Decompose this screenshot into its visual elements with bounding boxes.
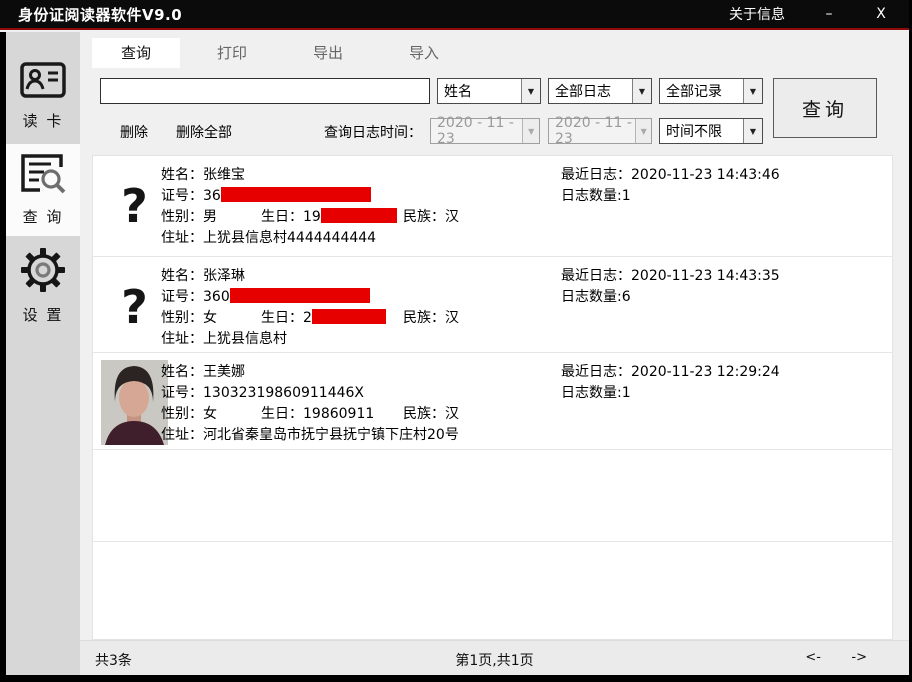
question-mark-icon: ? xyxy=(121,179,148,233)
empty-row xyxy=(93,450,892,542)
record-meta: 性别：女生日：19860911民族：汉 xyxy=(161,404,459,425)
sidebar-item-read-card[interactable]: 读 卡 xyxy=(6,50,80,142)
id-card-icon xyxy=(20,61,66,103)
chevron-down-icon[interactable]: ▼ xyxy=(632,79,651,103)
sidebar-item-label: 读 卡 xyxy=(23,110,64,131)
tab-print[interactable]: 打印 xyxy=(188,38,276,68)
record-name: 姓名：张泽琳 xyxy=(161,266,459,287)
field-select-value: 姓名 xyxy=(444,81,472,101)
search-input[interactable] xyxy=(100,78,430,104)
record-recent-log: 最近日志：2020-11-23 14:43:35 xyxy=(561,266,780,287)
log-type-select-value: 全部日志 xyxy=(555,81,611,101)
record-address: 住址：河北省秦皇岛市抚宁县抚宁镇下庄村20号 xyxy=(161,425,459,446)
log-time-label: 查询日志时间： xyxy=(324,122,422,142)
delete-all-button[interactable]: 删除全部 xyxy=(176,122,232,142)
redaction-block xyxy=(230,288,370,303)
page-indicator: 第1页,共1页 xyxy=(80,650,909,670)
tab-export[interactable]: 导出 xyxy=(284,38,372,68)
next-page-arrow[interactable]: -> xyxy=(851,650,867,665)
record-recent-log: 最近日志：2020-11-23 14:43:46 xyxy=(561,165,780,186)
redaction-block xyxy=(321,208,397,223)
redaction-block xyxy=(312,309,386,324)
gear-icon xyxy=(20,247,66,297)
record-address: 住址：上犹县信息村 xyxy=(161,329,459,350)
status-bar: 共3条 第1页,共1页 <- -> xyxy=(80,640,909,676)
record-row[interactable]: ? 姓名：张泽琳 证号：360 性别：女生日：2民族：汉 住址：上犹县信息村 最… xyxy=(93,257,892,353)
about-menu[interactable]: 关于信息 xyxy=(729,4,785,24)
record-id: 证号：360 xyxy=(161,287,459,308)
chevron-down-icon[interactable]: ▼ xyxy=(743,119,762,143)
date-to-value: 2020 - 11 - 23 xyxy=(555,115,635,147)
tab-bar: 查询 打印 导出 导入 xyxy=(92,38,476,68)
app-title: 身份证阅读器软件V9.0 xyxy=(18,4,182,25)
tab-import[interactable]: 导入 xyxy=(380,38,468,68)
search-log-icon xyxy=(20,153,66,199)
date-from-value: 2020 - 11 - 23 xyxy=(437,115,522,147)
app-window: 身份证阅读器软件V9.0 关于信息 – X 读 卡 xyxy=(0,0,912,682)
sidebar-item-query[interactable]: 查 询 xyxy=(6,144,80,236)
record-log-count: 日志数量:1 xyxy=(561,186,780,207)
record-name: 姓名：张维宝 xyxy=(161,165,459,186)
record-name: 姓名：王美娜 xyxy=(161,362,459,383)
sidebar: 读 卡 查 询 xyxy=(0,32,80,676)
question-mark-icon: ? xyxy=(121,280,148,334)
photo-placeholder: ? xyxy=(101,163,168,248)
record-log-count: 日志数量:1 xyxy=(561,383,780,404)
record-recent-log: 最近日志：2020-11-23 12:29:24 xyxy=(561,362,780,383)
query-button[interactable]: 查询 xyxy=(773,78,877,138)
time-range-select[interactable]: 时间不限 ▼ xyxy=(659,118,763,144)
portrait-image xyxy=(101,360,168,445)
prev-page-arrow[interactable]: <- xyxy=(805,650,821,665)
record-meta: 性别：女生日：2民族：汉 xyxy=(161,308,459,329)
record-id: 证号：13032319860911446X xyxy=(161,383,459,404)
chevron-down-icon[interactable]: ▼ xyxy=(521,79,540,103)
log-type-select[interactable]: 全部日志 ▼ xyxy=(548,78,652,104)
sidebar-item-label: 查 询 xyxy=(23,206,64,227)
record-meta: 性别：男生日：19民族：汉 xyxy=(161,207,459,228)
empty-row xyxy=(93,542,892,637)
chevron-down-icon: ▼ xyxy=(635,119,651,143)
sidebar-item-settings[interactable]: 设 置 xyxy=(6,240,80,332)
chevron-down-icon: ▼ xyxy=(522,119,539,143)
chevron-down-icon[interactable]: ▼ xyxy=(743,79,762,103)
date-from-picker[interactable]: 2020 - 11 - 23 ▼ xyxy=(430,118,540,144)
portrait-photo xyxy=(101,360,168,445)
sidebar-item-label: 设 置 xyxy=(23,304,64,325)
title-bar: 身份证阅读器软件V9.0 关于信息 – X xyxy=(0,0,909,30)
record-id: 证号：36 xyxy=(161,186,459,207)
records-list: ? 姓名：张维宝 证号：36 性别：男生日：19民族：汉 住址：上犹县信息村44… xyxy=(92,155,893,640)
tab-query[interactable]: 查询 xyxy=(92,38,180,68)
field-select[interactable]: 姓名 ▼ xyxy=(437,78,541,104)
minimize-button[interactable]: – xyxy=(821,6,837,22)
record-log-count: 日志数量:6 xyxy=(561,287,780,308)
record-type-select-value: 全部记录 xyxy=(666,81,722,101)
record-row[interactable]: 姓名：王美娜 证号：13032319860911446X 性别：女生日：1986… xyxy=(93,353,892,450)
time-range-value: 时间不限 xyxy=(666,121,722,141)
delete-button[interactable]: 删除 xyxy=(120,122,148,142)
record-type-select[interactable]: 全部记录 ▼ xyxy=(659,78,763,104)
photo-placeholder: ? xyxy=(101,264,168,349)
redaction-block xyxy=(221,187,371,202)
record-address: 住址：上犹县信息村4444444444 xyxy=(161,228,459,249)
main-area: 查询 打印 导出 导入 姓名 ▼ 全部日志 ▼ 全部记录 ▼ 查询 删除 删除全… xyxy=(80,32,909,676)
date-to-picker[interactable]: 2020 - 11 - 23 ▼ xyxy=(548,118,652,144)
record-row[interactable]: ? 姓名：张维宝 证号：36 性别：男生日：19民族：汉 住址：上犹县信息村44… xyxy=(93,156,892,257)
close-button[interactable]: X xyxy=(873,6,889,22)
